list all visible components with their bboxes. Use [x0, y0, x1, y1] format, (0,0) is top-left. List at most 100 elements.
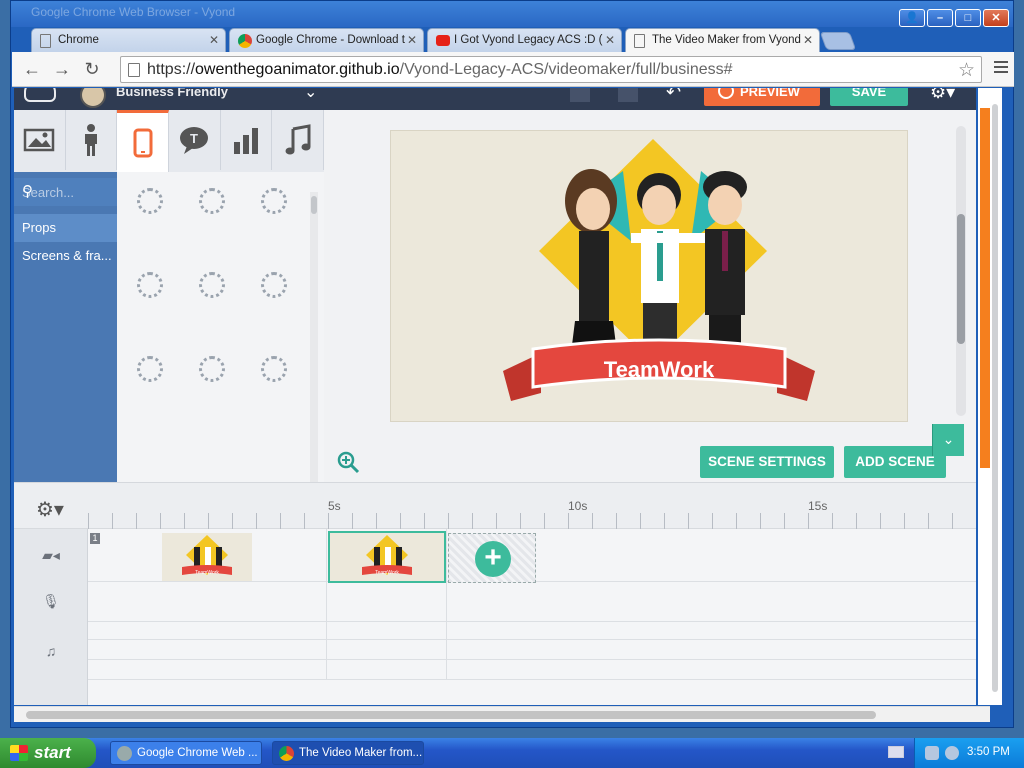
loading-spinner-icon: [137, 356, 163, 382]
network-icon[interactable]: [925, 746, 939, 760]
page-icon: [40, 34, 51, 48]
nav-item-screens[interactable]: Screens & fra...: [14, 242, 117, 270]
tab-chrome[interactable]: Chrome ✕: [31, 28, 226, 52]
tab-strip: Chrome ✕ Google Chrome - Download t ✕ I …: [31, 28, 857, 52]
keyboard-icon[interactable]: [888, 746, 904, 758]
tab-label: Google Chrome - Download t: [256, 34, 405, 46]
tab-video-maker[interactable]: The Video Maker from Vyond ✕: [625, 28, 820, 52]
tab-audio[interactable]: [272, 110, 325, 170]
teamwork-scene-illustration: TeamWork: [503, 139, 815, 401]
page-icon: [128, 63, 140, 77]
scene-thumbnail-1[interactable]: TeamWork: [162, 533, 252, 581]
app-top-bar: Business Friendly ⌄ ↶ PREVIEW SAVE ⚙▾: [14, 88, 976, 110]
zoom-in-icon[interactable]: [336, 450, 360, 474]
address-bar[interactable]: https://owenthegoanimator.github.io/Vyon…: [120, 56, 982, 83]
gear-icon[interactable]: ⚙▾: [36, 497, 64, 522]
youtube-icon: [436, 35, 450, 46]
close-icon[interactable]: ✕: [407, 33, 417, 47]
scene-settings-button[interactable]: SCENE SETTINGS: [700, 446, 834, 478]
stage-canvas[interactable]: TeamWork: [390, 130, 908, 422]
tab-charts[interactable]: [221, 110, 273, 170]
loading-spinner-icon: [199, 188, 225, 214]
tab-label: I Got Vyond Legacy ACS :D (: [454, 34, 603, 46]
add-scene-button[interactable]: ADD SCENE: [844, 446, 946, 478]
url-text[interactable]: https://owenthegoanimator.github.io/Vyon…: [147, 61, 733, 79]
loading-spinner-icon: [261, 188, 287, 214]
chevron-down-icon[interactable]: ⌄: [304, 88, 317, 102]
asset-scrollbar[interactable]: [310, 192, 318, 482]
page-vertical-scrollbar[interactable]: [978, 88, 1002, 705]
taskbar-item-video-maker[interactable]: The Video Maker from...: [272, 741, 424, 765]
clock[interactable]: 3:50 PM: [967, 746, 1010, 758]
back-icon[interactable]: ←: [20, 58, 44, 80]
plus-icon: +: [475, 541, 511, 577]
reload-icon[interactable]: ↻: [80, 58, 104, 80]
search-input[interactable]: Search... ⚲: [14, 178, 117, 206]
profile-icon[interactable]: 👤: [899, 9, 925, 27]
bar-chart-icon: [234, 128, 259, 154]
layer-icon[interactable]: [618, 88, 638, 102]
chevron-down-icon: ⌄: [942, 431, 955, 447]
new-tab-button[interactable]: [819, 32, 857, 50]
start-button[interactable]: start: [0, 738, 96, 768]
music-note-icon: ♫: [45, 643, 57, 659]
avatar: [80, 88, 106, 108]
stage-scrollbar[interactable]: [956, 126, 966, 416]
page-horizontal-scrollbar[interactable]: [14, 706, 990, 722]
timeline: ⚙▾ 5s 10s 15s ▰◂ 🎙 ♫ 1 TeamWork 2 TeamWo…: [14, 482, 976, 705]
save-button[interactable]: SAVE: [830, 88, 908, 106]
stage-area: TeamWork SCENE SETTINGS ADD SCENE: [324, 110, 976, 482]
loading-spinner-icon: [137, 188, 163, 214]
tab-chrome-download[interactable]: Google Chrome - Download t ✕: [229, 28, 424, 52]
upload-icon[interactable]: [24, 88, 56, 102]
loading-spinner-icon: [261, 272, 287, 298]
windows-flag-icon: [10, 745, 28, 761]
add-scene-slot[interactable]: +: [448, 533, 536, 583]
close-icon[interactable]: ✕: [605, 33, 615, 47]
close-button[interactable]: ✕: [983, 9, 1009, 27]
scene-number: 1: [90, 533, 100, 544]
scrollbar-thumb[interactable]: [26, 711, 876, 719]
volume-icon[interactable]: [945, 746, 959, 760]
track-labels: ▰◂ 🎙 ♫: [14, 529, 88, 705]
gear-icon[interactable]: ⚙▾: [930, 88, 955, 103]
chrome-icon: [279, 746, 294, 761]
tab-characters[interactable]: [66, 110, 118, 170]
layer-icon[interactable]: [570, 88, 590, 102]
nav-item-props[interactable]: Props: [14, 214, 117, 242]
tab-label: Chrome: [58, 34, 99, 46]
tab-props[interactable]: [117, 110, 170, 172]
minimize-button[interactable]: –: [927, 9, 953, 27]
tab-backgrounds[interactable]: [14, 110, 66, 170]
tick-label: 5s: [328, 499, 341, 513]
asset-category-tabs: T: [14, 110, 325, 172]
maximize-button[interactable]: □: [955, 9, 981, 27]
scene-thumbnail-2[interactable]: TeamWork: [328, 531, 446, 583]
svg-text:TeamWork: TeamWork: [375, 570, 399, 576]
video-maker-app: Business Friendly ⌄ ↶ PREVIEW SAVE ⚙▾ T: [14, 88, 976, 705]
svg-text:TeamWork: TeamWork: [195, 570, 219, 576]
title-bar[interactable]: Google Chrome Web Browser - Vyond 👤 – □ …: [11, 1, 1013, 27]
speech-bubble-icon: T: [180, 127, 209, 154]
undo-icon[interactable]: ↶: [666, 88, 681, 103]
tab-text[interactable]: T: [169, 110, 221, 170]
theme-label[interactable]: Business Friendly: [116, 88, 228, 99]
scrollbar-thumb[interactable]: [992, 104, 998, 692]
tab-youtube[interactable]: I Got Vyond Legacy ACS :D ( ✕: [427, 28, 622, 52]
menu-icon[interactable]: [994, 61, 1008, 76]
taskbar-item-chrome-setup[interactable]: Google Chrome Web ...: [110, 741, 262, 765]
bookmark-star-icon[interactable]: ☆: [958, 59, 975, 82]
tick-label: 10s: [568, 499, 588, 513]
asset-grid: [117, 172, 324, 482]
system-tray: 3:50 PM: [914, 738, 1024, 768]
time-ruler[interactable]: [88, 513, 976, 529]
banner-text: TeamWork: [604, 357, 715, 382]
search-icon[interactable]: ⚲: [22, 182, 111, 200]
taskbar: start Google Chrome Web ... The Video Ma…: [0, 738, 1024, 768]
preview-button[interactable]: PREVIEW: [704, 88, 820, 106]
close-icon[interactable]: ✕: [803, 33, 813, 47]
close-icon[interactable]: ✕: [209, 33, 219, 47]
add-scene-dropdown[interactable]: ⌄: [932, 424, 964, 456]
loading-spinner-icon: [199, 272, 225, 298]
forward-icon[interactable]: →: [50, 58, 74, 80]
